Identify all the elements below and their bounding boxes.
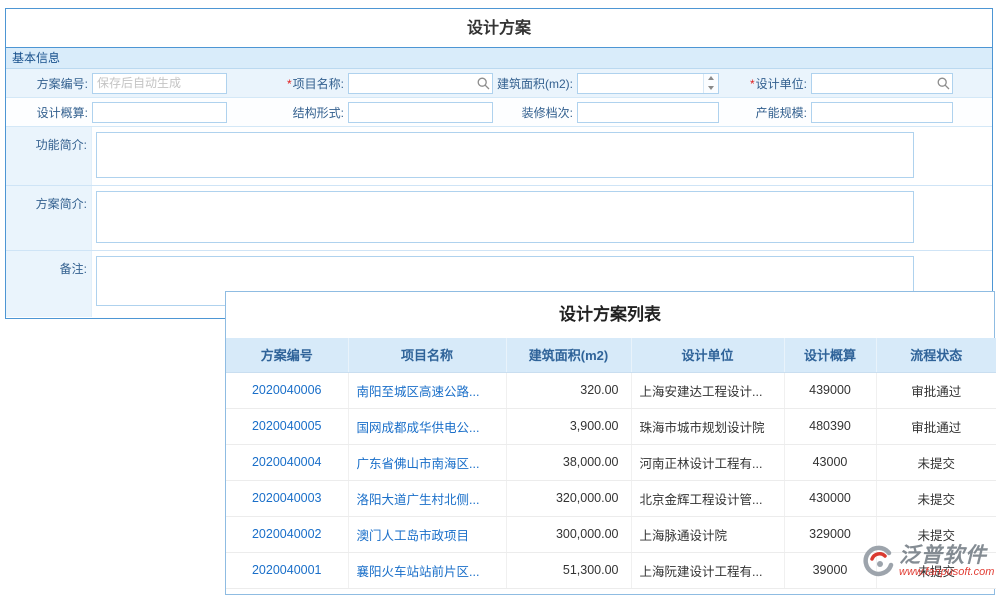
plan-intro-label: 方案简介: <box>6 186 92 250</box>
plan-no-link[interactable]: 2020040005 <box>252 419 322 433</box>
area-spinner <box>703 74 718 93</box>
plan-no-link[interactable]: 2020040003 <box>252 491 322 505</box>
fanpu-logo-icon <box>860 544 896 580</box>
plan-intro-textarea[interactable] <box>96 191 914 243</box>
project-name-input[interactable] <box>348 73 493 94</box>
project-name-link[interactable]: 广东省佛山市南海区... <box>357 457 480 471</box>
field-plan-no: 方案编号: <box>6 69 227 97</box>
field-capacity-scale: 产能规模: <box>721 98 953 126</box>
plan-no-link[interactable]: 2020040001 <box>252 563 322 577</box>
building-area-label: 建筑面积(m2): <box>493 75 577 92</box>
unit-cell: 珠海市城市规划设计院 <box>631 408 784 444</box>
area-cell: 38,000.00 <box>506 444 631 480</box>
structure-form-input[interactable] <box>348 102 493 123</box>
field-project-name: *项目名称: <box>264 69 493 97</box>
search-icon[interactable] <box>477 77 490 90</box>
capacity-scale-input[interactable] <box>811 102 953 123</box>
list-title: 设计方案列表 <box>226 292 994 338</box>
col-status: 流程状态 <box>876 338 996 372</box>
plan-no-link[interactable]: 2020040002 <box>252 527 322 541</box>
unit-cell: 上海脉通设计院 <box>631 516 784 552</box>
required-mark: * <box>750 77 755 91</box>
spinner-down-icon[interactable] <box>704 83 718 93</box>
col-design-unit: 设计单位 <box>631 338 784 372</box>
design-unit-label: 设计单位: <box>756 77 807 91</box>
estimate-cell: 430000 <box>784 480 876 516</box>
project-name-link[interactable]: 襄阳火车站站前片区... <box>357 565 480 579</box>
required-mark: * <box>287 77 292 91</box>
status-badge: 审批通过 <box>876 408 996 444</box>
vendor-url: www.fanpusoft.com <box>899 567 994 579</box>
vendor-brand-name: 泛普软件 <box>899 545 994 567</box>
decoration-grade-label: 装修档次: <box>493 104 577 121</box>
col-design-estimate: 设计概算 <box>784 338 876 372</box>
design-estimate-input[interactable] <box>92 102 227 123</box>
area-cell: 320.00 <box>506 372 631 408</box>
plan-no-input[interactable] <box>92 73 227 94</box>
design-estimate-label: 设计概算: <box>6 104 92 121</box>
form-title: 设计方案 <box>6 9 992 48</box>
project-name-label: 项目名称: <box>293 77 344 91</box>
area-cell: 320,000.00 <box>506 480 631 516</box>
form-row-1: 方案编号: *项目名称: 建筑面积(m2): <box>6 69 992 98</box>
decoration-grade-input[interactable] <box>577 102 719 123</box>
plan-no-link[interactable]: 2020040004 <box>252 455 322 469</box>
table-row: 2020040006 南阳至城区高速公路... 320.00 上海安建达工程设计… <box>226 372 996 408</box>
remarks-label: 备注: <box>6 251 92 317</box>
field-building-area: 建筑面积(m2): <box>493 69 719 97</box>
estimate-cell: 480390 <box>784 408 876 444</box>
spinner-up-icon[interactable] <box>704 74 718 84</box>
project-name-link[interactable]: 洛阳大道广生村北侧... <box>357 493 480 507</box>
building-area-input[interactable] <box>577 73 719 94</box>
status-badge: 未提交 <box>876 480 996 516</box>
field-decoration-grade: 装修档次: <box>493 98 719 126</box>
table-header-row: 方案编号 项目名称 建筑面积(m2) 设计单位 设计概算 流程状态 <box>226 338 996 372</box>
form-row-function-intro: 功能简介: <box>6 127 992 186</box>
project-name-link[interactable]: 国网成都成华供电公... <box>357 421 480 435</box>
col-building-area: 建筑面积(m2) <box>506 338 631 372</box>
status-badge: 审批通过 <box>876 372 996 408</box>
area-cell: 3,900.00 <box>506 408 631 444</box>
area-cell: 51,300.00 <box>506 552 631 588</box>
page: { "required_mark": "*", "form": { "title… <box>0 0 1000 600</box>
project-name-link[interactable]: 澳门人工岛市政项目 <box>357 529 470 543</box>
design-unit-input[interactable] <box>811 73 953 94</box>
unit-cell: 上海安建达工程设计... <box>631 372 784 408</box>
search-icon[interactable] <box>937 77 950 90</box>
form-row-plan-intro: 方案简介: <box>6 186 992 251</box>
table-row: 2020040005 国网成都成华供电公... 3,900.00 珠海市城市规划… <box>226 408 996 444</box>
function-intro-textarea[interactable] <box>96 132 914 178</box>
col-plan-no: 方案编号 <box>226 338 348 372</box>
project-name-link[interactable]: 南阳至城区高速公路... <box>357 385 480 399</box>
design-plan-form-panel: 设计方案 基本信息 方案编号: *项目名称: 建筑面积(m2): <box>5 8 993 319</box>
section-basic-info: 基本信息 <box>6 48 992 69</box>
capacity-scale-label: 产能规模: <box>721 104 811 121</box>
form-row-2: 设计概算: 结构形式: 装修档次: 产能规模: <box>6 98 992 127</box>
field-design-unit: *设计单位: <box>721 69 953 97</box>
estimate-cell: 439000 <box>784 372 876 408</box>
unit-cell: 上海阮建设计工程有... <box>631 552 784 588</box>
structure-form-label: 结构形式: <box>264 104 348 121</box>
plan-no-label: 方案编号: <box>6 75 92 92</box>
unit-cell: 河南正林设计工程有... <box>631 444 784 480</box>
table-row: 2020040003 洛阳大道广生村北侧... 320,000.00 北京金辉工… <box>226 480 996 516</box>
unit-cell: 北京金辉工程设计管... <box>631 480 784 516</box>
function-intro-label: 功能简介: <box>6 127 92 185</box>
col-project-name: 项目名称 <box>348 338 506 372</box>
plan-no-link[interactable]: 2020040006 <box>252 383 322 397</box>
field-design-estimate: 设计概算: <box>6 98 227 126</box>
area-cell: 300,000.00 <box>506 516 631 552</box>
table-row: 2020040004 广东省佛山市南海区... 38,000.00 河南正林设计… <box>226 444 996 480</box>
status-badge: 未提交 <box>876 444 996 480</box>
field-structure-form: 结构形式: <box>264 98 493 126</box>
estimate-cell: 43000 <box>784 444 876 480</box>
vendor-watermark: 泛普软件 www.fanpusoft.com <box>860 544 994 580</box>
